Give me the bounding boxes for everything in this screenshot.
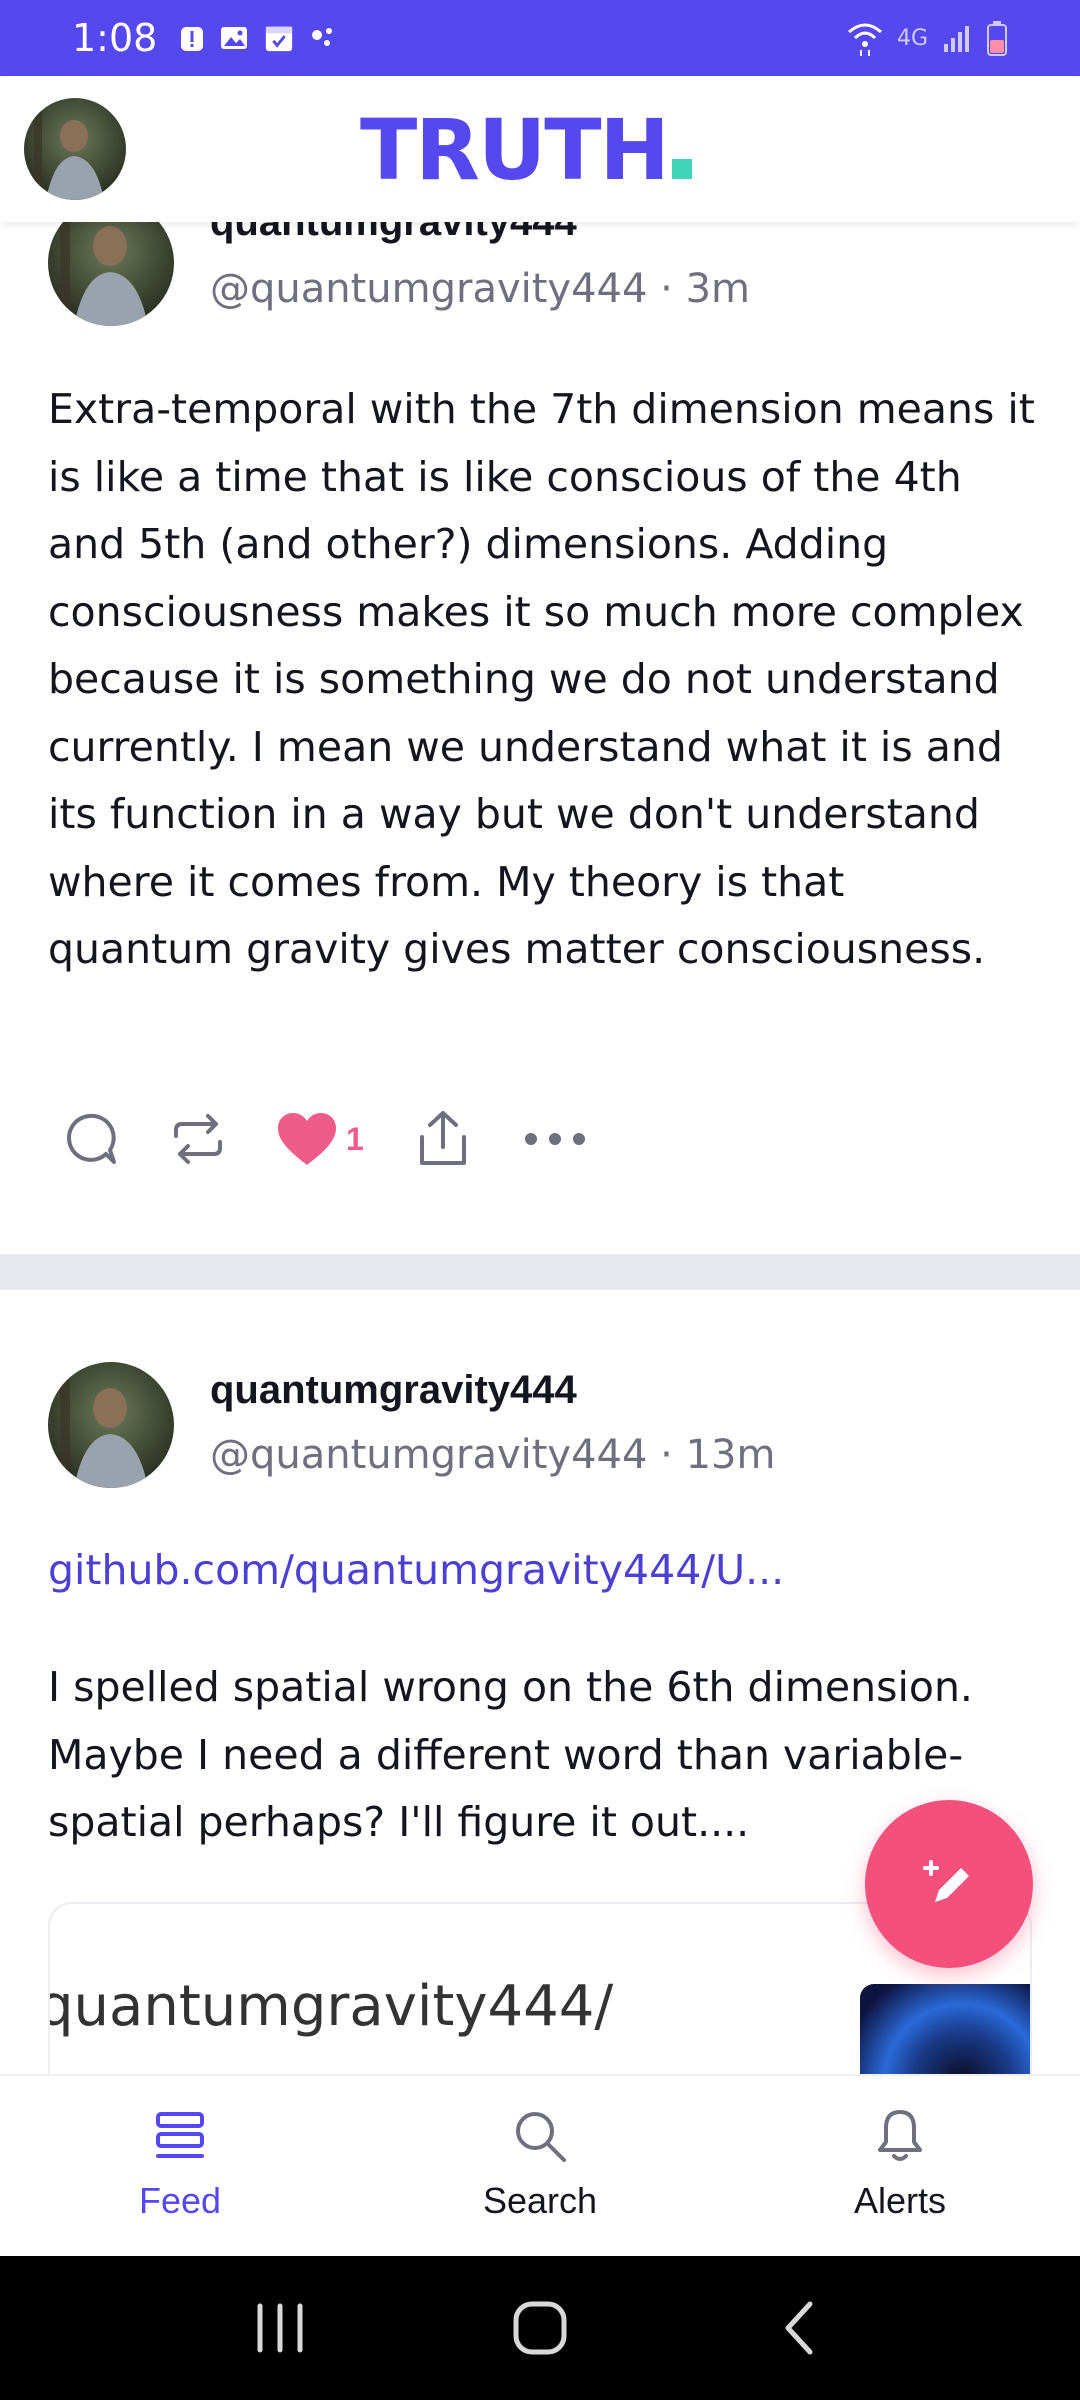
status-bar: 1:08 4G [0, 0, 1080, 76]
nav-alerts[interactable]: Alerts [720, 2076, 1080, 2258]
status-time: 1:08 [72, 16, 158, 60]
nav-feed[interactable]: Feed [0, 2076, 360, 2258]
reply-button[interactable] [60, 1104, 168, 1174]
system-navigation-bar [0, 2256, 1080, 2400]
nav-alerts-label: Alerts [853, 2180, 947, 2221]
heart-icon [278, 1113, 336, 1165]
display-name[interactable]: quantumgravity444 [210, 222, 577, 245]
status-notification-icons [179, 23, 339, 53]
post-avatar[interactable] [48, 222, 174, 326]
wifi-icon [847, 23, 882, 56]
nav-search[interactable]: Search [360, 2076, 720, 2258]
home-button[interactable] [490, 2278, 590, 2378]
battery-icon [987, 21, 1007, 56]
bell-icon [878, 2110, 922, 2161]
recent-apps-icon [257, 2303, 303, 2353]
dots-icon [312, 28, 333, 46]
logo-dot [671, 159, 692, 179]
calendar-icon [266, 26, 293, 52]
feed[interactable]: quantumgravity444 @quantumgravity444 · 3… [0, 222, 1080, 2074]
share-icon [420, 1111, 466, 1165]
bottom-navigation: Feed Search Alerts [0, 2074, 1080, 2256]
feed-icon [156, 2112, 204, 2158]
share-button[interactable] [416, 1104, 524, 1174]
profile-avatar[interactable] [24, 98, 126, 200]
app-header: TRUTH [0, 76, 1080, 222]
post-actions: 1 [60, 1104, 632, 1174]
alert-icon [181, 27, 204, 51]
nav-search-label: Search [482, 2180, 598, 2221]
handle-timestamp[interactable]: @quantumgravity444 · 13m [210, 1432, 775, 1478]
retruth-icon [174, 1114, 222, 1164]
nav-feed-label: Feed [138, 2180, 222, 2221]
logo-text: TRUTH [360, 101, 670, 199]
compose-pencil-icon [923, 1860, 969, 1902]
reply-icon [67, 1113, 116, 1164]
image-icon [221, 27, 248, 49]
truth-logo: TRUTH [360, 108, 692, 192]
display-name[interactable]: quantumgravity444 [210, 1368, 577, 1413]
network-type: 4G [896, 25, 928, 51]
handle-timestamp[interactable]: @quantumgravity444 · 3m [210, 266, 750, 312]
back-button[interactable] [750, 2278, 850, 2378]
post-text: Extra-temporal with the 7th dimension me… [48, 385, 1035, 973]
recent-apps-button[interactable] [230, 2278, 330, 2378]
status-system-icons: 4G [847, 20, 1008, 56]
like-button[interactable]: 1 [276, 1104, 416, 1174]
compose-button[interactable] [865, 1800, 1033, 1968]
retruth-button[interactable] [168, 1104, 276, 1174]
post-avatar[interactable] [48, 1362, 174, 1488]
post-divider [0, 1254, 1080, 1290]
signal-icon [944, 26, 969, 52]
like-count: 1 [346, 1120, 364, 1157]
more-icon [525, 1133, 585, 1145]
back-icon [785, 2301, 813, 2355]
home-icon [513, 2301, 567, 2355]
post-link[interactable]: github.com/quantumgravity444/U... [48, 1546, 784, 1594]
link-card-thumbnail [860, 1984, 1030, 2074]
more-options-button[interactable] [524, 1104, 632, 1174]
search-icon [516, 2112, 566, 2162]
link-card-title: quantumgravity444/ [48, 1974, 614, 2039]
